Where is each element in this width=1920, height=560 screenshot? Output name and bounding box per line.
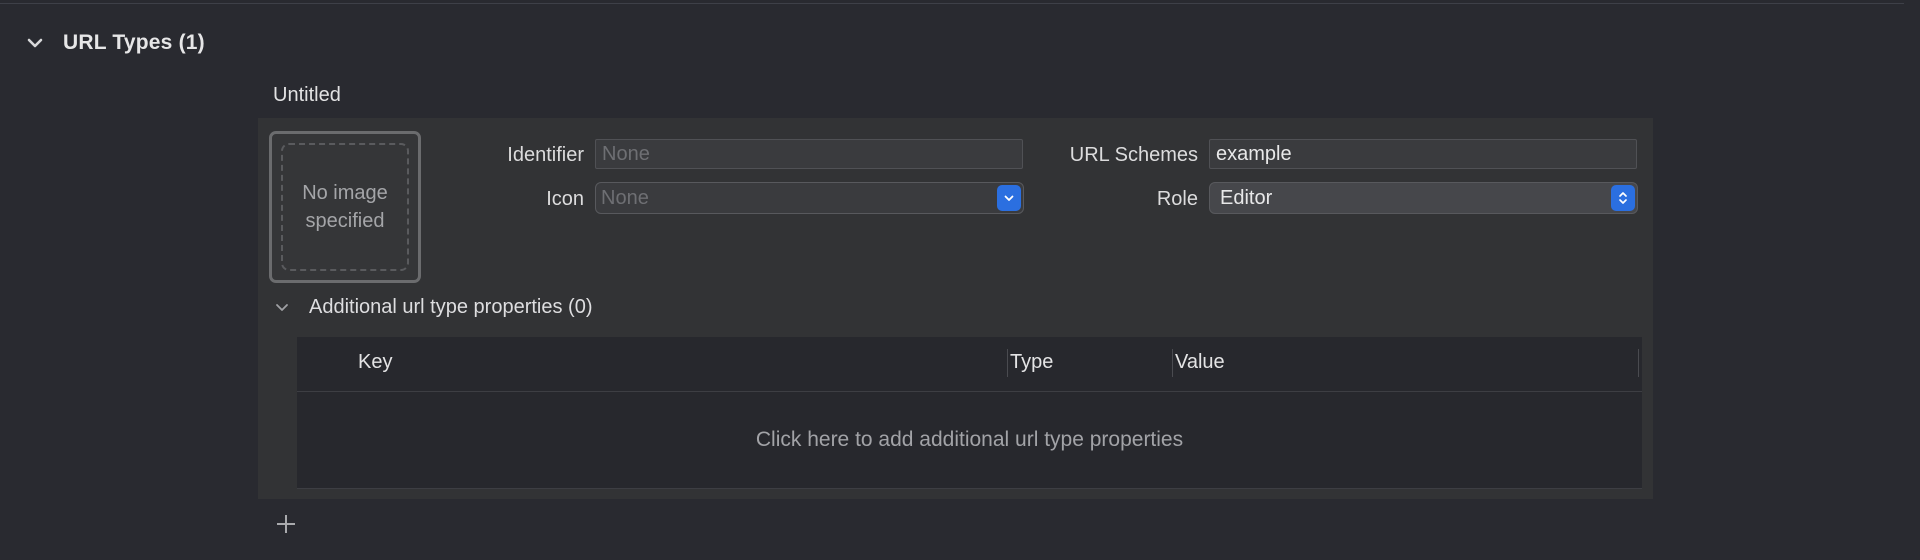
section-header-url-types[interactable]: URL Types (1)	[24, 26, 205, 60]
identifier-field[interactable]: None	[595, 139, 1023, 169]
empty-table-text: Click here to add additional url type pr…	[755, 428, 1184, 451]
column-header-type[interactable]: Type	[1010, 351, 1053, 374]
image-well[interactable]: No image specified	[269, 131, 421, 283]
table-bottom-border	[297, 488, 1642, 489]
role-popup-value: Editor	[1220, 187, 1273, 209]
add-properties-row[interactable]: Click here to add additional url type pr…	[297, 392, 1642, 488]
additional-properties-table: Key Type Value Click here to add additio…	[297, 337, 1642, 489]
column-header-key[interactable]: Key	[358, 351, 392, 374]
url-schemes-field[interactable]: example	[1209, 139, 1637, 169]
icon-label: Icon	[546, 188, 584, 210]
icon-popup[interactable]: None	[595, 182, 1024, 214]
column-header-value[interactable]: Value	[1175, 351, 1225, 374]
column-separator[interactable]	[1638, 349, 1639, 377]
column-separator[interactable]	[1172, 349, 1173, 377]
icon-popup-value: None	[601, 187, 649, 209]
table-header: Key Type Value	[297, 337, 1642, 392]
up-down-chevron-icon[interactable]	[1611, 185, 1635, 211]
image-well-placeholder: No image specified	[281, 143, 409, 271]
role-label: Role	[1156, 188, 1198, 210]
chevron-down-icon[interactable]	[24, 32, 46, 54]
section-title: URL Types (1)	[63, 31, 205, 54]
image-well-text: No image specified	[302, 182, 388, 232]
top-divider	[0, 3, 1904, 4]
additional-properties-header[interactable]: Additional url type properties (0)	[271, 292, 592, 322]
chevron-down-icon[interactable]	[271, 296, 293, 318]
chevron-down-icon[interactable]	[997, 185, 1021, 211]
identifier-label: Identifier	[507, 144, 584, 166]
column-separator[interactable]	[1007, 349, 1008, 377]
role-popup[interactable]: Editor	[1209, 182, 1638, 214]
plus-icon[interactable]	[273, 511, 299, 537]
additional-properties-title: Additional url type properties (0)	[309, 295, 593, 318]
url-type-name: Untitled	[273, 84, 341, 106]
url-schemes-value: example	[1216, 143, 1292, 165]
url-schemes-label: URL Schemes	[1069, 144, 1198, 166]
identifier-placeholder: None	[602, 143, 650, 165]
